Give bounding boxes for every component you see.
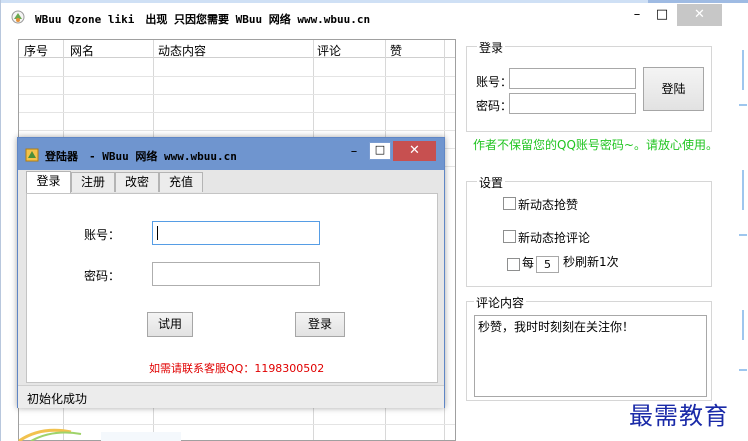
dialog-login-panel: 账号： 密码： 试用 登录	[26, 193, 438, 383]
new-like-label: 新动态抢赞	[518, 198, 579, 212]
tab-recharge[interactable]: 充值	[159, 172, 203, 192]
comment-group-title: 评论内容	[474, 294, 527, 311]
dialog-password-label: 密码：	[84, 269, 121, 283]
main-titlebar[interactable]: WBuu Qzone liki 出现 只因您需要 WBuu 网络 www.wbu…	[1, 3, 748, 30]
new-comment-label: 新动态抢评论	[518, 231, 591, 245]
right-edge-marker	[739, 50, 747, 371]
column-header-comment[interactable]: 评论	[317, 42, 341, 58]
row-divider	[19, 76, 455, 77]
dialog-minimize-button[interactable]: –	[344, 144, 364, 160]
contact-support-text: 如需请联系客服QQ：1198300502	[149, 362, 325, 375]
tab-change-password[interactable]: 改密	[115, 172, 159, 192]
row-divider	[19, 94, 455, 95]
watermark: 最需教育	[629, 402, 729, 430]
decorative-swoosh	[18, 428, 181, 441]
tab-login[interactable]: 登录	[26, 171, 71, 193]
dialog-account-input[interactable]	[152, 221, 320, 245]
dialog-maximize-button[interactable]: □	[369, 142, 391, 160]
dialog-app-icon	[25, 148, 39, 162]
comment-textarea[interactable]: 秒赞，我时时刻刻在关注你！	[474, 315, 707, 397]
table-header: 序号 网名 动态内容 评论 赞	[19, 40, 455, 58]
dialog-title: 登陆器 - WBuu 网络 www.wbuu.cn	[45, 150, 237, 163]
refresh-checkbox[interactable]	[507, 258, 520, 271]
dialog-status-bar: 初始化成功	[18, 385, 444, 408]
account-label: 账号：	[476, 75, 513, 89]
new-like-checkbox[interactable]	[503, 197, 516, 210]
dialog-close-button[interactable]: ✕	[393, 141, 436, 161]
row-divider	[19, 424, 455, 425]
login-button[interactable]: 登陆	[643, 67, 704, 111]
settings-group-title: 设置	[477, 174, 506, 191]
column-header-nickname[interactable]: 网名	[70, 42, 94, 58]
window-title: WBuu Qzone liki 出现 只因您需要 WBuu 网络 www.wbu…	[35, 13, 371, 26]
dialog-titlebar[interactable]: 登陆器 - WBuu 网络 www.wbuu.cn – □ ✕	[18, 138, 444, 170]
row-divider	[19, 112, 455, 113]
privacy-notice: 作者不保留您的QQ账号密码~。请放心使用。	[473, 138, 718, 152]
dialog-status-text: 初始化成功	[27, 392, 88, 406]
minimize-button[interactable]: –	[627, 4, 647, 26]
password-input[interactable]	[509, 93, 636, 114]
login-dialog: 登陆器 - WBuu 网络 www.wbuu.cn – □ ✕ 登录 注册 改密…	[17, 137, 445, 408]
dialog-password-input[interactable]	[152, 262, 320, 286]
row-divider	[19, 130, 455, 131]
password-label: 密码：	[476, 99, 513, 113]
dialog-login-button[interactable]: 登录	[295, 312, 345, 337]
close-button[interactable]: ✕	[677, 4, 722, 26]
column-header-like[interactable]: 赞	[390, 42, 402, 58]
column-header-content[interactable]: 动态内容	[158, 42, 206, 58]
refresh-prefix-label: 每	[522, 256, 535, 270]
column-header-index[interactable]: 序号	[24, 42, 48, 58]
tab-register[interactable]: 注册	[71, 172, 115, 192]
dialog-account-label: 账号：	[84, 228, 121, 242]
account-input[interactable]	[509, 68, 636, 89]
text-caret	[157, 226, 158, 240]
refresh-suffix-label: 秒刷新1次	[563, 255, 619, 269]
trial-button[interactable]: 试用	[147, 312, 193, 337]
new-comment-checkbox[interactable]	[503, 230, 516, 243]
login-group-title: 登录	[477, 39, 506, 56]
refresh-interval-input[interactable]: 5	[536, 256, 559, 273]
maximize-button[interactable]: □	[652, 4, 672, 26]
app-icon	[11, 10, 25, 24]
